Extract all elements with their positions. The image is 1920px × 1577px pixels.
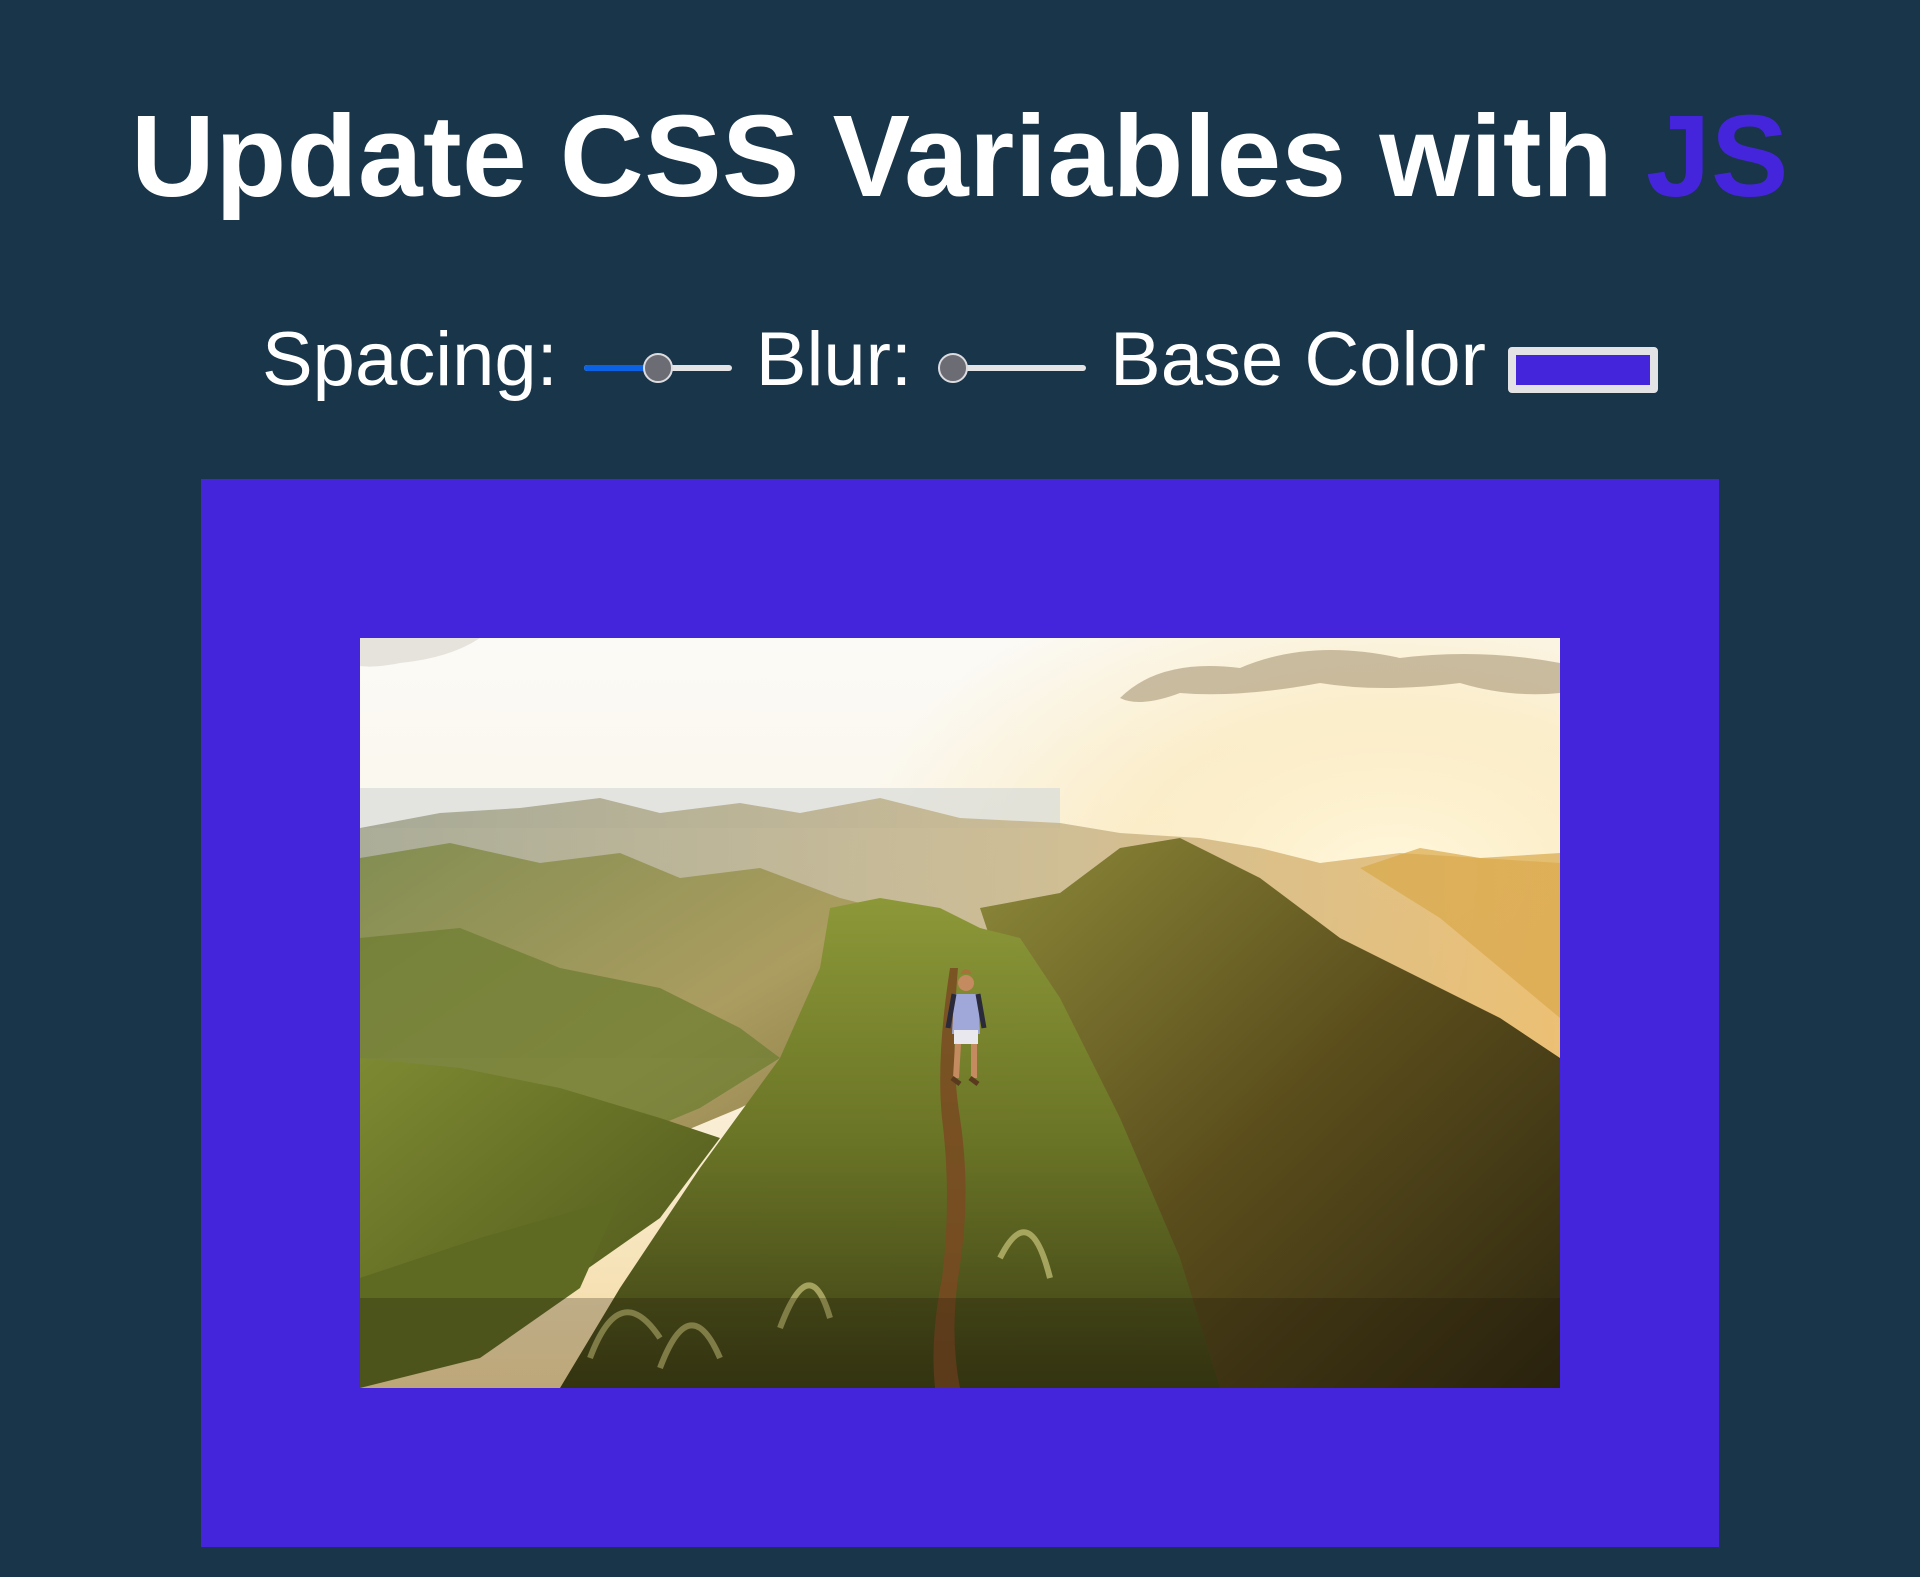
base-color-picker[interactable] (1508, 347, 1658, 393)
title-highlight-js: JS (1646, 91, 1789, 221)
blur-slider[interactable] (938, 353, 1087, 383)
spacing-slider[interactable] (583, 353, 732, 383)
page-title: Update CSS Variables with JS (0, 96, 1920, 216)
mountain-ridge-image (360, 638, 1560, 1388)
spacing-label: Spacing: (261, 317, 558, 402)
base-color-swatch (1516, 355, 1650, 385)
blur-label: Blur: (755, 317, 913, 402)
image-frame (201, 479, 1719, 1547)
title-text: Update CSS Variables with (131, 91, 1647, 221)
blur-slider-thumb[interactable] (938, 353, 969, 383)
landscape-photo (360, 638, 1560, 1388)
spacing-slider-thumb[interactable] (642, 353, 673, 383)
controls-bar: Spacing: Blur: Base Color (0, 320, 1920, 400)
page: Update CSS Variables with JS Spacing: Bl… (0, 0, 1920, 1577)
base-color-label: Base Color (1110, 317, 1486, 402)
